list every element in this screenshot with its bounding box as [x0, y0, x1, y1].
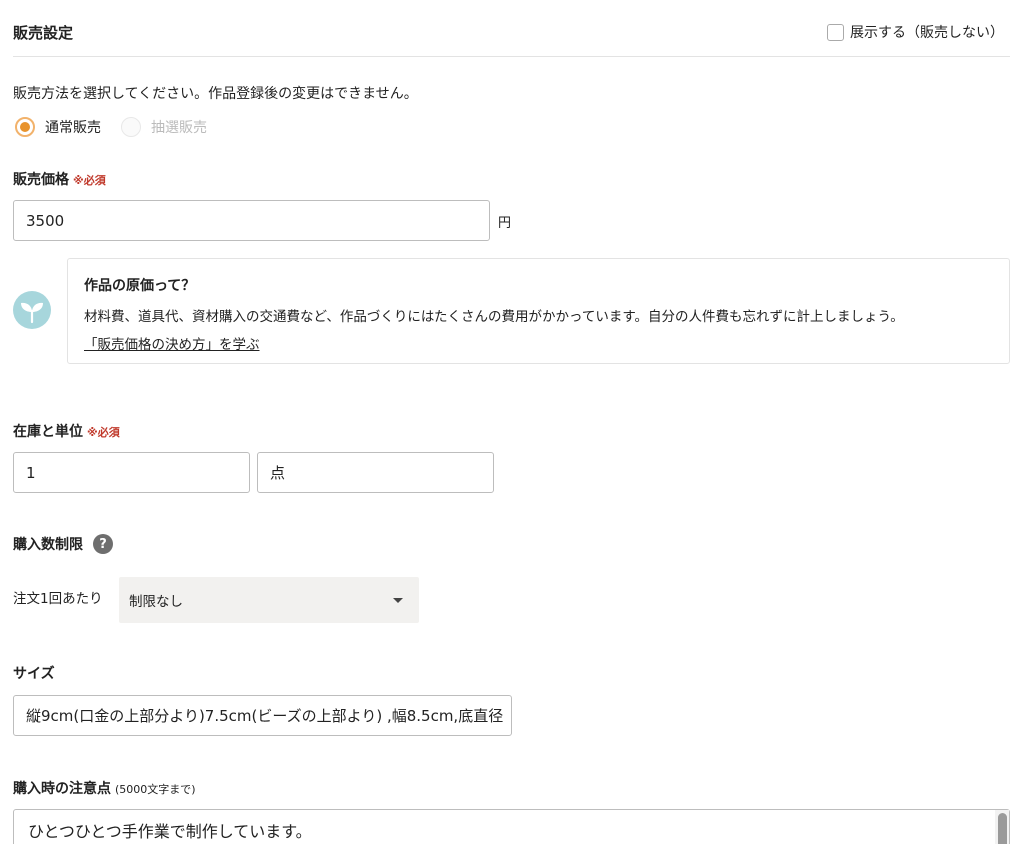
tip-title: 作品の原価って？ — [84, 278, 196, 294]
size-input[interactable]: 縦9cm(口金の上部分より)7.5cm(ビーズの上部より) ,幅8.5cm,底直… — [13, 695, 512, 736]
size-label: サイズ — [13, 666, 55, 682]
price-label: 販売価格 — [13, 172, 69, 188]
notes-textarea[interactable]: ひとつひとつ手作業で制作しています。 — [13, 809, 1010, 844]
notes-label: 購入時の注意点 — [13, 781, 111, 797]
stock-label-row: 在庫と単位 ※必須 — [13, 421, 120, 441]
notes-scrollbar-thumb[interactable] — [998, 813, 1007, 844]
radio-lottery-sale-label: 抽選販売 — [151, 120, 207, 136]
purchase-limit-label-row: 購入数制限 ? — [13, 534, 113, 554]
radio-normal-sale-indicator[interactable] — [15, 117, 35, 137]
pricing-guide-link[interactable]: 「販売価格の決め方」を学ぶ — [84, 337, 260, 353]
purchase-limit-label: 購入数制限 — [13, 537, 83, 553]
purchase-limit-selected-value: 制限なし — [129, 594, 183, 610]
display-only-checkbox[interactable] — [827, 23, 844, 41]
divider — [13, 56, 1010, 57]
price-label-row: 販売価格 ※必須 — [13, 169, 106, 189]
stock-quantity-input[interactable]: 1 — [13, 452, 250, 493]
radio-normal-sale[interactable]: 通常販売 — [15, 117, 101, 137]
notes-textarea-content: ひとつひとつ手作業で制作しています。 — [28, 822, 312, 841]
sales-method-instruction: 販売方法を選択してください。作品登録後の変更はできません。 — [13, 86, 418, 102]
sales-method-radio-group: 通常販売 抽選販売 — [15, 117, 227, 137]
radio-normal-sale-label: 通常販売 — [45, 120, 101, 136]
stock-label: 在庫と単位 — [13, 424, 83, 440]
stock-unit-input[interactable]: 点 — [257, 452, 494, 493]
display-only-label: 展示する（販売しない） — [850, 25, 1004, 41]
per-order-label: 注文1回あたり — [13, 591, 103, 607]
radio-lottery-sale-indicator[interactable] — [121, 117, 141, 137]
tip-body: 材料費、道具代、資材購入の交通費など、作品づくりにはたくさんの費用がかかっていま… — [84, 309, 904, 325]
cost-tip-box: 作品の原価って？ 材料費、道具代、資材購入の交通費など、作品づくりにはたくさんの… — [67, 258, 1010, 364]
caret-down-icon — [393, 597, 403, 603]
size-label-row: サイズ — [13, 663, 55, 683]
notes-label-row: 購入時の注意点 (5000文字まで) — [13, 778, 196, 798]
help-icon[interactable]: ? — [93, 534, 113, 554]
price-required-badge: ※必須 — [73, 174, 106, 187]
stock-required-badge: ※必須 — [87, 426, 120, 439]
purchase-limit-select[interactable]: 制限なし — [119, 577, 419, 623]
price-input[interactable]: 3500 — [13, 200, 490, 241]
display-only-toggle[interactable]: 展示する（販売しない） — [827, 22, 1004, 42]
price-unit: 円 — [498, 216, 512, 231]
radio-lottery-sale[interactable]: 抽選販売 — [121, 117, 207, 137]
section-title: 販売設定 — [13, 24, 74, 42]
sprout-icon — [13, 291, 51, 329]
notes-char-limit-hint: (5000文字まで) — [115, 783, 196, 796]
